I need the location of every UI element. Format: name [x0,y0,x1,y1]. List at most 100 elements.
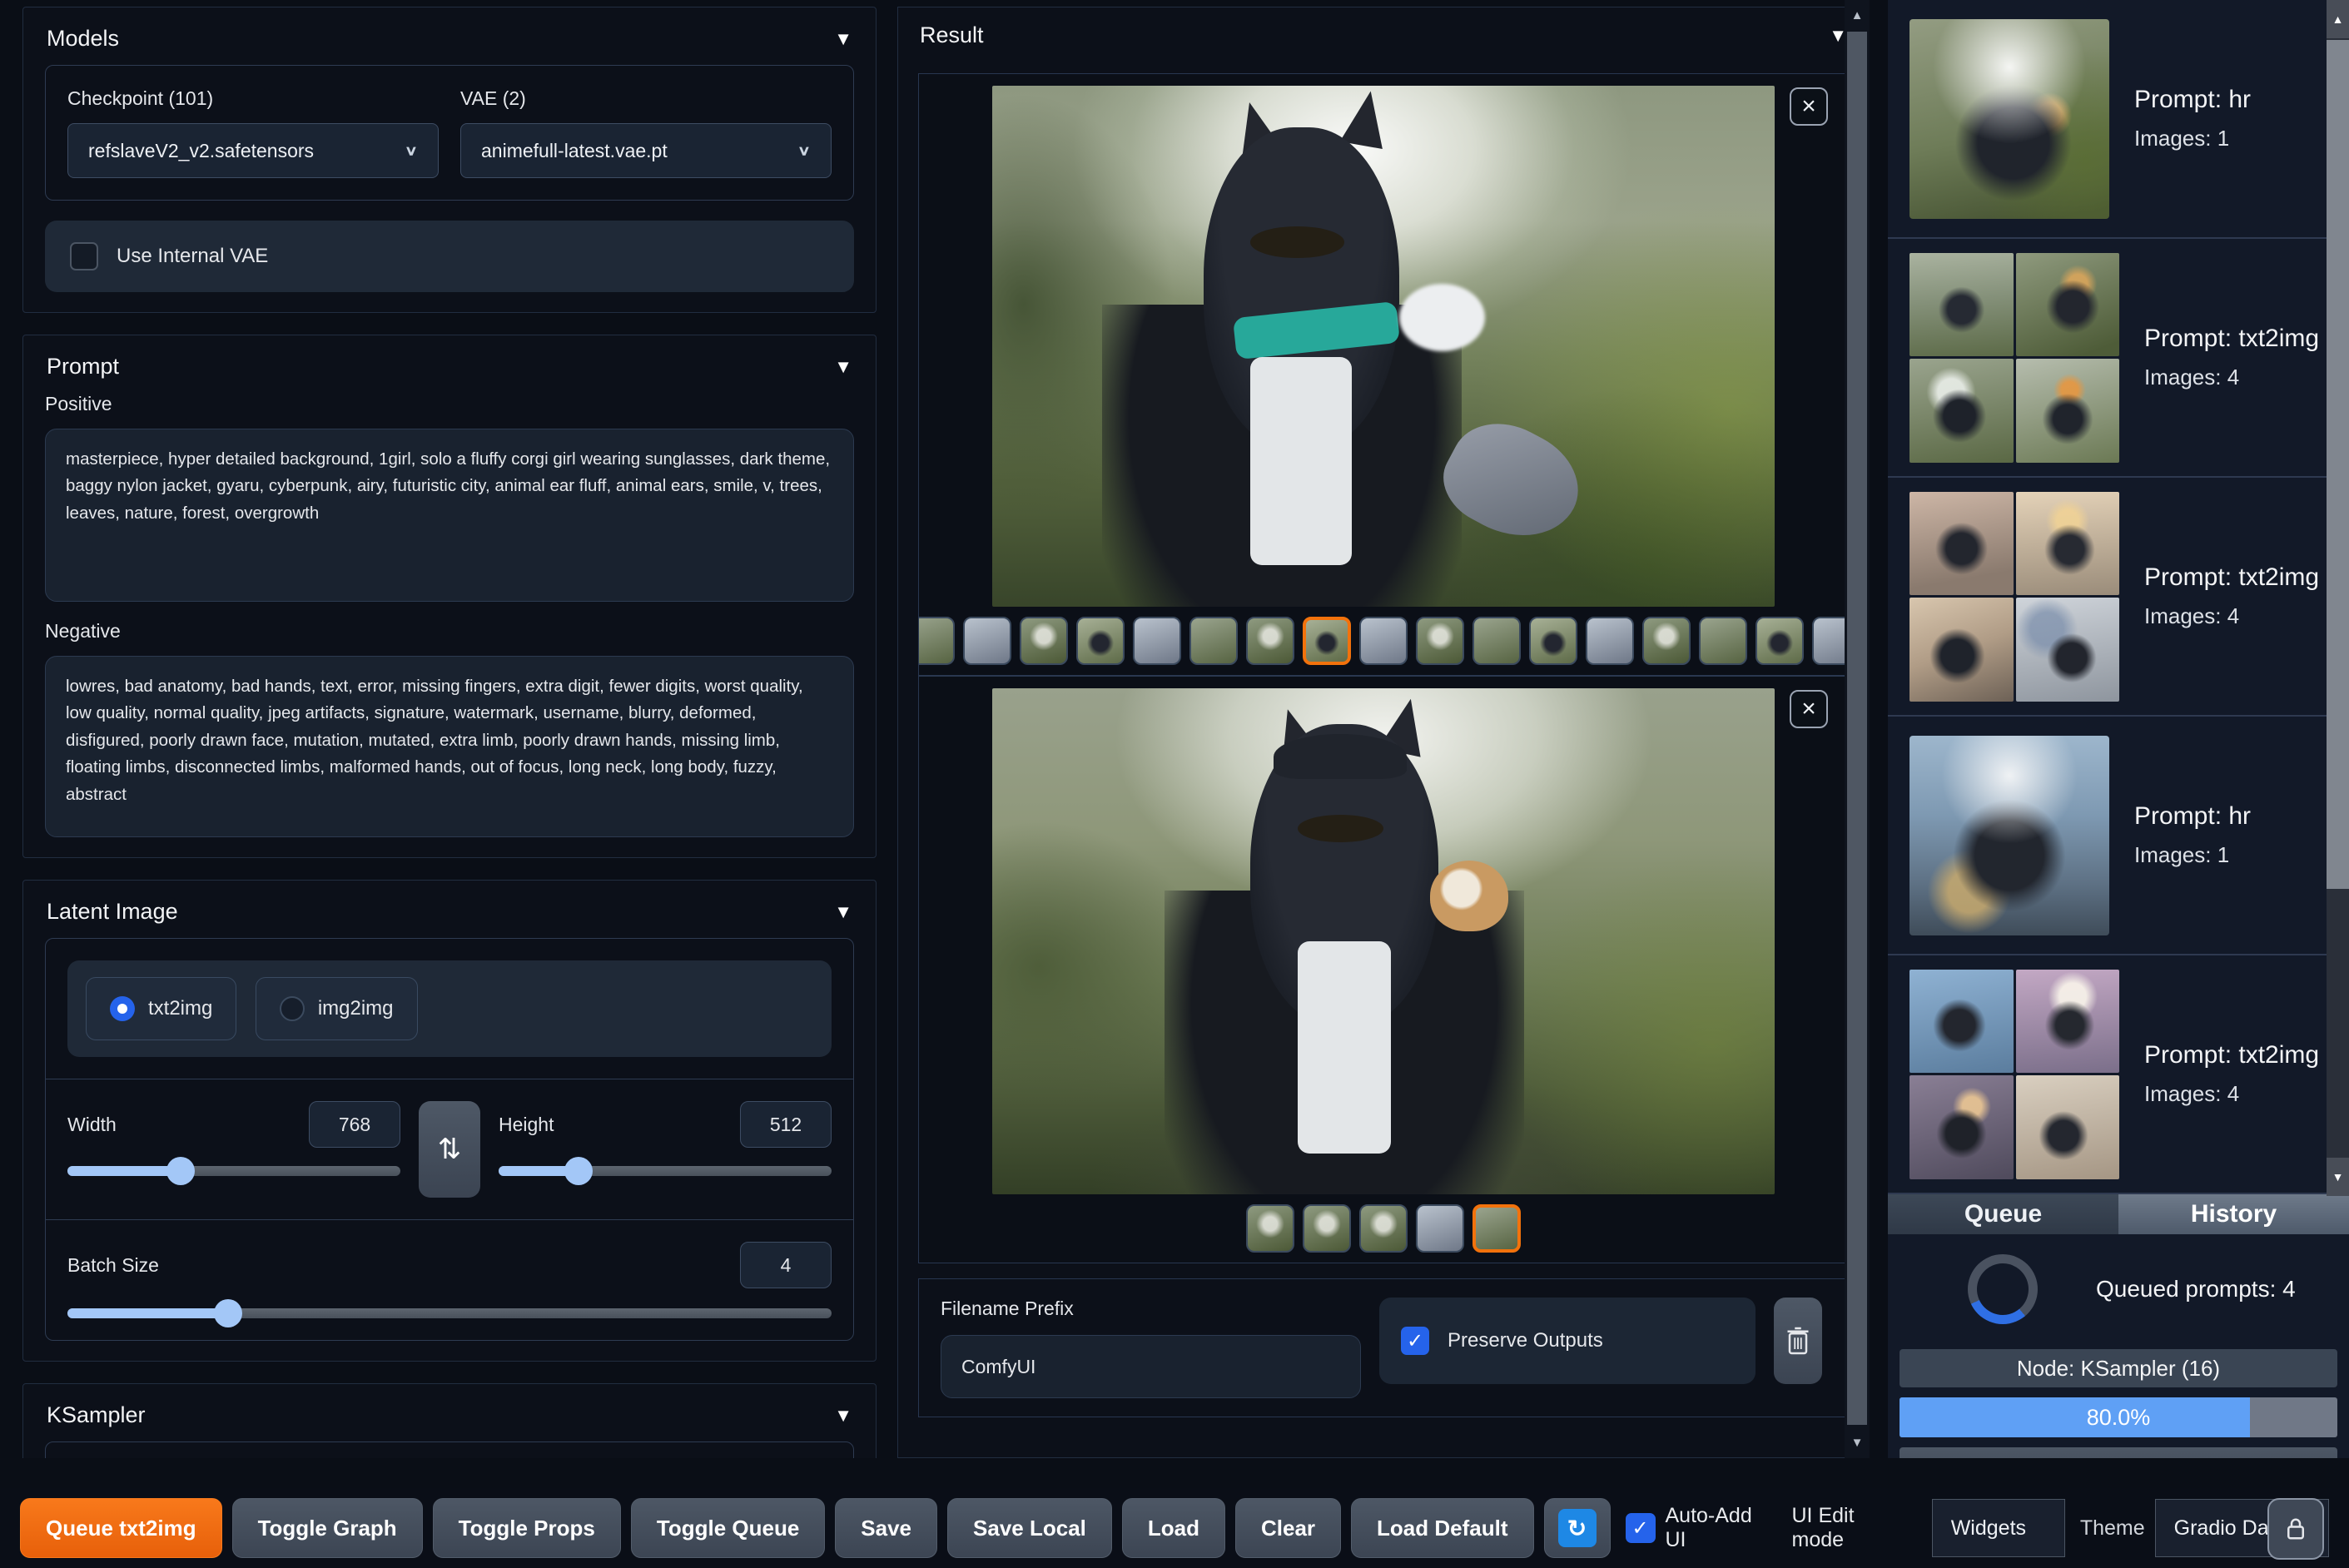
result-image-2[interactable] [992,688,1775,1194]
batch-size-value-input[interactable]: 4 [740,1242,832,1288]
swap-dimensions-button[interactable]: ⇅ [419,1101,480,1198]
gallery-thumbnail[interactable] [1812,617,1848,665]
gallery-thumbnail[interactable] [1416,617,1464,665]
gallery-thumbnail[interactable] [1699,617,1747,665]
gallery-thumbnail[interactable] [1529,617,1577,665]
preserve-outputs-row[interactable]: ✓ Preserve Outputs [1379,1298,1756,1384]
progress-percent-label: 80.0% [2086,1404,2151,1430]
gallery-thumbnail[interactable] [1189,617,1238,665]
history-thumbnail [1909,969,2014,1073]
queue-history-panel: Prompt: hr Images: 1 Prompt: txt2img Ima… [1888,0,2349,1458]
vae-select[interactable]: animefull-latest.vae.pt ∨ [460,123,832,178]
history-item[interactable]: Prompt: txt2img Images: 4 [1888,478,2349,717]
batch-size-slider[interactable] [67,1299,832,1327]
interrupt-button[interactable]: Interrupt [1900,1447,2337,1458]
history-thumbnail-grid[interactable] [1909,491,2119,702]
history-thumbnail [2015,491,2119,595]
ksampler-accordion-header[interactable]: KSampler ▼ [45,1396,854,1441]
history-item[interactable]: Prompt: hr Images: 1 [1888,717,2349,955]
gallery-thumbnail[interactable] [1246,617,1294,665]
gallery-thumbnail[interactable] [1642,617,1691,665]
gallery-thumbnail[interactable] [1303,1204,1351,1253]
gallery-thumbnail[interactable] [963,617,1011,665]
radio-selected-icon[interactable] [110,996,135,1021]
checkpoint-select[interactable]: refslaveV2_v2.safetensors ∨ [67,123,439,178]
prompt-accordion-header[interactable]: Prompt ▼ [45,347,854,393]
models-accordion-header[interactable]: Models ▼ [45,19,854,65]
close-image-2-button[interactable]: × [1790,690,1828,728]
scrollbar-thumb[interactable] [2327,40,2349,889]
save-local-button[interactable]: Save Local [947,1498,1112,1558]
gallery-thumbnail[interactable] [1586,617,1634,665]
refresh-button[interactable]: ↻ [1543,1498,1611,1558]
history-item[interactable]: Prompt: txt2img Images: 4 [1888,239,2349,478]
clear-button[interactable]: Clear [1235,1498,1342,1558]
gallery-thumbnail[interactable] [919,617,955,665]
gallery-thumbnail[interactable] [1359,1204,1408,1253]
auto-add-ui-checkbox[interactable]: ✓ [1625,1513,1656,1543]
width-value-input[interactable]: 768 [309,1101,400,1148]
gallery-thumbnail[interactable] [1359,617,1408,665]
radio-unselected-icon[interactable] [279,996,305,1021]
history-item[interactable]: Prompt: txt2img Images: 4 [1888,955,2349,1194]
gallery-thumbnail[interactable] [1756,617,1804,665]
scroll-down-icon[interactable]: ▼ [1845,1436,1870,1450]
toggle-queue-button[interactable]: Toggle Queue [630,1498,826,1558]
preserve-outputs-checkbox[interactable]: ✓ [1401,1327,1429,1355]
positive-prompt-input[interactable]: masterpiece, hyper detailed background, … [45,429,854,602]
scrollbar-thumb[interactable] [1847,32,1867,1425]
result-accordion-header[interactable]: Result ▼ [918,19,1849,62]
slider-handle[interactable] [166,1157,195,1185]
gallery-thumbnail[interactable] [1416,1204,1464,1253]
height-value-input[interactable]: 512 [740,1101,832,1148]
main-scrollbar[interactable]: ▲ ▼ [1845,0,1870,1458]
history-thumbnail-grid[interactable] [1909,252,2119,463]
collapse-icon[interactable]: ▼ [834,901,852,923]
tab-queue[interactable]: Queue [1888,1194,2118,1234]
height-slider[interactable] [499,1157,832,1185]
history-thumbnail [2015,969,2119,1073]
toggle-graph-button[interactable]: Toggle Graph [231,1498,423,1558]
use-internal-vae-checkbox[interactable] [70,242,98,270]
history-thumbnail[interactable] [1909,735,2109,935]
chevron-down-icon: ∨ [404,142,418,158]
gallery-thumbnail[interactable] [1246,1204,1294,1253]
gallery-thumbnail[interactable] [1472,617,1521,665]
use-internal-vae-row[interactable]: Use Internal VAE [45,221,854,292]
load-button[interactable]: Load [1121,1498,1225,1558]
gallery-thumbnail[interactable] [1133,617,1181,665]
queue-txt2img-button[interactable]: Queue txt2img [20,1498,222,1558]
tab-history[interactable]: History [2118,1194,2349,1234]
gallery-thumbnail[interactable] [1020,617,1068,665]
gallery-thumbnail-selected[interactable] [1472,1204,1521,1253]
slider-handle[interactable] [213,1299,242,1327]
load-default-button[interactable]: Load Default [1351,1498,1534,1558]
scroll-down-icon[interactable]: ▼ [2327,1158,2349,1196]
collapse-icon[interactable]: ▼ [834,28,852,50]
mode-img2img-option[interactable]: img2img [255,977,418,1040]
gallery-thumbnail[interactable] [1076,617,1125,665]
result-image-1[interactable] [992,86,1775,607]
width-slider[interactable] [67,1157,400,1185]
gallery-thumbnail-selected[interactable] [1303,617,1351,665]
history-scrollbar[interactable]: ▲ ▼ [2327,0,2349,1196]
toggle-props-button[interactable]: Toggle Props [432,1498,621,1558]
lock-button[interactable] [2267,1498,2324,1560]
scroll-up-icon[interactable]: ▲ [2327,0,2349,38]
history-thumbnail[interactable] [1909,18,2109,219]
delete-outputs-button[interactable] [1774,1298,1822,1384]
vae-value: animefull-latest.vae.pt [481,139,668,161]
history-thumbnail-grid[interactable] [1909,969,2119,1179]
history-item[interactable]: Prompt: hr Images: 1 [1888,0,2349,239]
scroll-up-icon[interactable]: ▲ [1845,8,1870,22]
latent-accordion-header[interactable]: Latent Image ▼ [45,892,854,938]
widgets-select[interactable]: Widgets [1931,1499,2065,1557]
slider-handle[interactable] [564,1157,593,1185]
collapse-icon[interactable]: ▼ [834,1405,852,1427]
collapse-icon[interactable]: ▼ [834,356,852,378]
filename-prefix-input[interactable] [941,1335,1361,1398]
negative-prompt-input[interactable]: lowres, bad anatomy, bad hands, text, er… [45,656,854,837]
close-image-1-button[interactable]: × [1790,87,1828,126]
mode-txt2img-option[interactable]: txt2img [86,977,237,1040]
save-button[interactable]: Save [835,1498,938,1558]
